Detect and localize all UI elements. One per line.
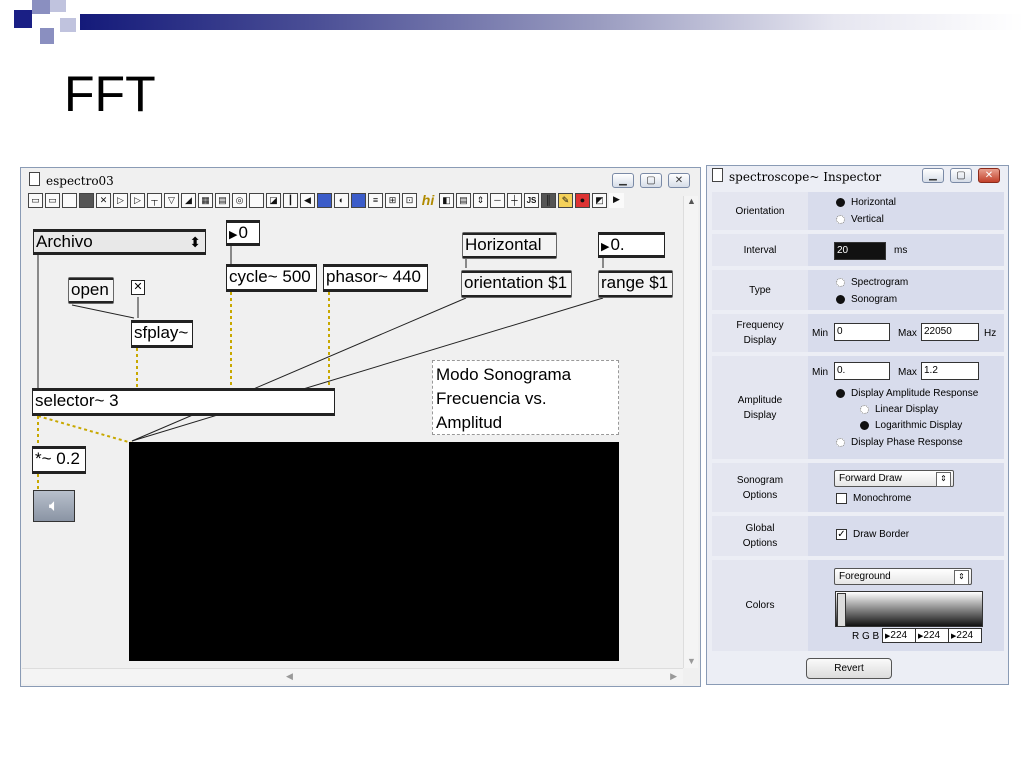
global-label: Global Options — [712, 516, 808, 556]
frequency-label: Frequency Display — [712, 314, 808, 352]
sonogram-mode-select[interactable]: Forward Draw ⇕ — [834, 470, 954, 487]
selector-object[interactable]: selector~ 3 — [32, 388, 335, 416]
cycle-object[interactable]: cycle~ 500 — [226, 264, 317, 292]
radio-icon — [836, 214, 845, 224]
horizontal-message[interactable]: Horizontal — [462, 232, 557, 259]
range-message[interactable]: range $1 — [598, 270, 673, 298]
radio-icon — [836, 277, 845, 287]
type-spectrogram-option[interactable]: Spectrogram — [836, 277, 908, 288]
scroll-up-arrow-icon[interactable]: ▲ — [687, 196, 696, 206]
green-number-box[interactable]: ▶224 — [915, 628, 949, 643]
frequency-unit: Hz — [984, 328, 997, 339]
scroll-left-arrow-icon[interactable]: ◀ — [286, 671, 293, 682]
updown-arrow-icon: ⇕ — [954, 570, 969, 585]
sfplay-object[interactable]: sfplay~ — [131, 320, 193, 348]
toggle[interactable]: ✕ — [131, 280, 145, 295]
interval-label: Interval — [712, 234, 808, 266]
amplitude-max-input[interactable]: 1.2 — [921, 362, 979, 380]
dac-speaker-button[interactable]: 🔈︎ — [33, 490, 75, 522]
orientation-message[interactable]: orientation $1 — [461, 270, 572, 298]
radio-icon — [836, 437, 845, 447]
linear-display-option[interactable]: Linear Display — [860, 404, 938, 415]
umenu-label: Archivo — [36, 232, 93, 251]
orientation-label: Orientation — [712, 192, 808, 230]
color-target-select[interactable]: Foreground ⇕ — [834, 568, 972, 585]
checkbox-icon — [836, 493, 847, 504]
draw-border-checkbox[interactable]: ✓ Draw Border — [836, 529, 909, 540]
inspector-title: spectroscope~ Inspector — [729, 170, 882, 184]
number-triangle-icon: ▶ — [229, 229, 238, 241]
monochrome-checkbox[interactable]: Monochrome — [836, 493, 911, 504]
flonum-box[interactable]: ▶0. — [598, 232, 665, 258]
blue-number-box[interactable]: ▶224 — [948, 628, 982, 643]
scroll-down-arrow-icon[interactable]: ▼ — [687, 656, 696, 666]
maximize-button[interactable]: ▢ — [950, 168, 972, 183]
frequency-max-label: Max — [898, 328, 917, 339]
updown-arrow-icon: ⬍ — [189, 234, 201, 250]
type-label: Type — [712, 270, 808, 310]
number-triangle-icon: ▶ — [601, 241, 610, 253]
frequency-min-input[interactable]: 0 — [834, 323, 890, 341]
speaker-icon: 🔈︎ — [48, 496, 60, 515]
color-gradient-picker[interactable] — [835, 591, 983, 627]
minimize-button[interactable]: ▁ — [922, 168, 944, 183]
radio-icon — [860, 404, 869, 414]
radio-selected-icon — [860, 420, 869, 430]
amplitude-min-label: Min — [812, 367, 829, 378]
amplitude-min-input[interactable]: 0. — [834, 362, 890, 380]
rgb-label: R G B — [852, 631, 880, 642]
red-number-box[interactable]: ▶224 — [882, 628, 916, 643]
sonogram-label: Sonogram Options — [712, 463, 808, 512]
color-slider-handle[interactable] — [837, 593, 846, 627]
scroll-right-arrow-icon[interactable]: ▶ — [670, 671, 677, 682]
amplitude-max-label: Max — [898, 367, 917, 378]
mult-object[interactable]: *~ 0.2 — [32, 446, 86, 474]
open-message[interactable]: open — [68, 277, 114, 304]
interval-unit: ms — [894, 245, 908, 256]
amplitude-response-option[interactable]: Display Amplitude Response — [836, 388, 978, 399]
checkmark-icon: ✓ — [836, 529, 847, 540]
phase-response-option[interactable]: Display Phase Response — [836, 437, 963, 448]
vertical-scrollbar[interactable]: ▲ ▼ — [683, 196, 698, 668]
frequency-max-input[interactable]: 22050 — [921, 323, 979, 341]
orientation-vertical-option[interactable]: Vertical — [836, 214, 884, 225]
close-button[interactable]: ✕ — [978, 168, 1000, 183]
radio-selected-icon — [836, 388, 845, 398]
type-sonogram-option[interactable]: Sonogram — [836, 294, 897, 305]
revert-button[interactable]: Revert — [806, 658, 892, 679]
horizontal-scrollbar[interactable]: ◀ ▶ — [22, 668, 683, 684]
mode-comment: Modo Sonograma Frecuencia vs. Amplitud — [432, 360, 619, 435]
orientation-horizontal-option[interactable]: Horizontal — [836, 197, 896, 208]
updown-arrow-icon: ⇕ — [936, 472, 951, 487]
frequency-min-label: Min — [812, 328, 829, 339]
spectroscope-display[interactable] — [129, 442, 619, 661]
logarithmic-display-option[interactable]: Logarithmic Display — [860, 420, 962, 431]
umenu-archivo[interactable]: Archivo ⬍ — [33, 229, 206, 255]
radio-selected-icon — [836, 294, 845, 304]
interval-input[interactable]: 20 — [834, 242, 886, 260]
phasor-object[interactable]: phasor~ 440 — [323, 264, 428, 292]
colors-label: Colors — [712, 560, 808, 651]
radio-selected-icon — [836, 197, 845, 207]
number-box[interactable]: ▶0 — [226, 220, 260, 246]
document-icon — [712, 168, 723, 182]
amplitude-label: Amplitude Display — [712, 356, 808, 459]
